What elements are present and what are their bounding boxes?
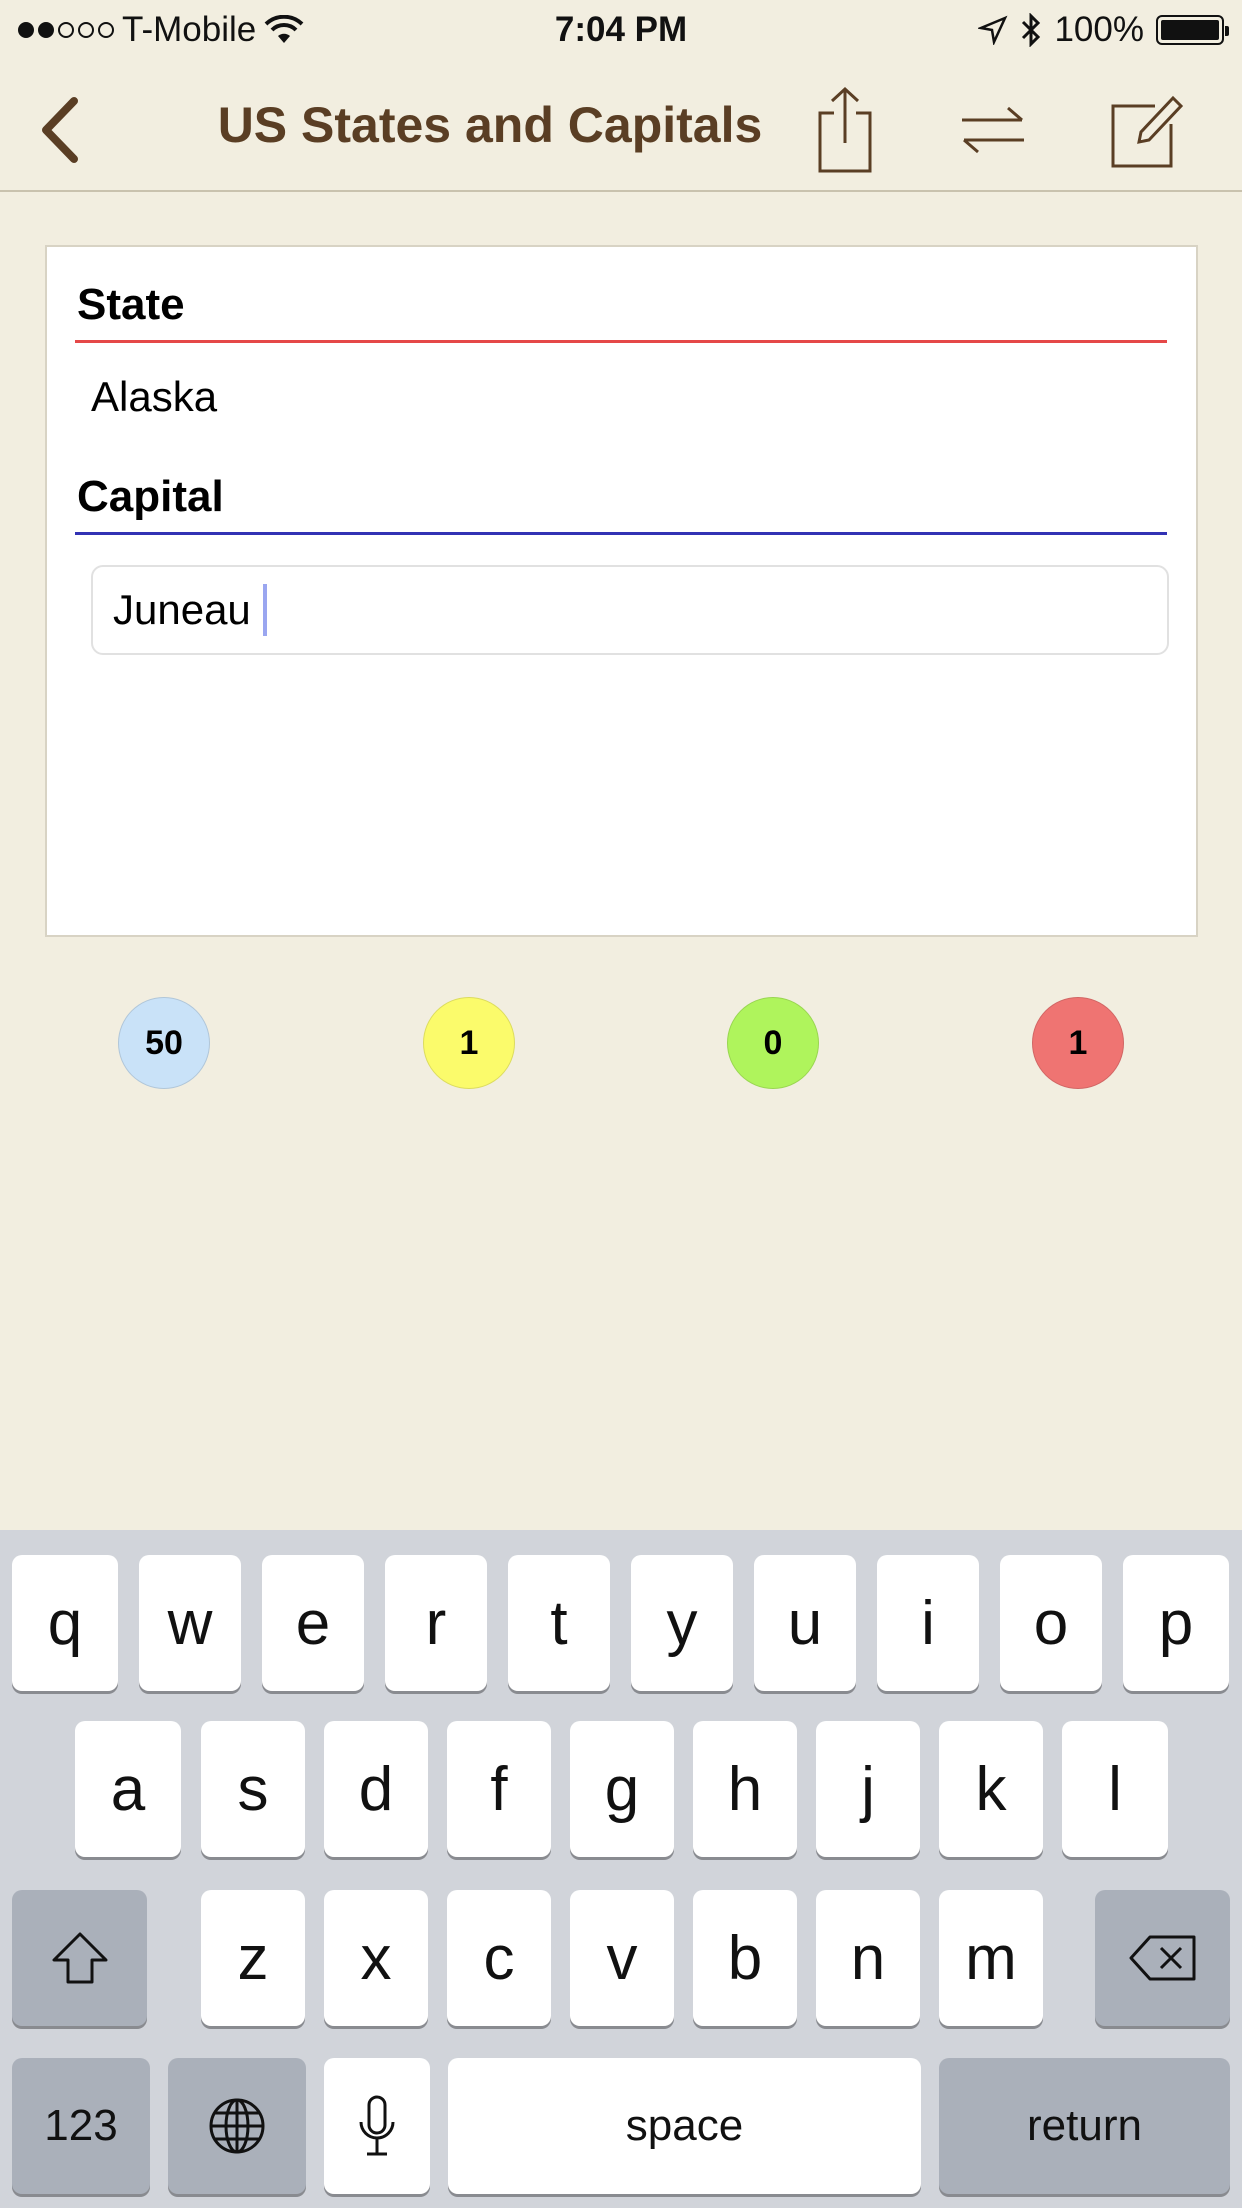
state-label: State (77, 280, 185, 329)
dictation-key[interactable] (324, 2058, 430, 2194)
counter-seen[interactable]: 1 (423, 997, 515, 1089)
shift-key[interactable] (12, 1890, 147, 2026)
key-k[interactable]: k (939, 1721, 1043, 1857)
edit-button[interactable] (1100, 80, 1190, 180)
key-h[interactable]: h (693, 1721, 797, 1857)
counter-total[interactable]: 50 (118, 997, 210, 1089)
key-s[interactable]: s (201, 1721, 305, 1857)
keyboard: q w e r t y u i o p a s d f g h j k l z … (0, 1530, 1242, 2208)
key-u[interactable]: u (754, 1555, 856, 1691)
status-bar: T-Mobile 7:04 PM 100% (0, 0, 1242, 60)
key-f[interactable]: f (447, 1721, 551, 1857)
status-right: 100% (978, 10, 1229, 50)
key-p[interactable]: p (1123, 1555, 1229, 1691)
flashcard: State Alaska Capital Juneau (45, 245, 1198, 937)
globe-icon (209, 2098, 265, 2154)
location-icon (978, 15, 1008, 45)
capital-input[interactable]: Juneau (91, 565, 1169, 655)
key-z[interactable]: z (201, 1890, 305, 2026)
key-m[interactable]: m (939, 1890, 1043, 2026)
numbers-key[interactable]: 123 (12, 2058, 150, 2194)
back-button[interactable] (16, 80, 106, 180)
state-divider (75, 340, 1167, 343)
navigation-bar: US States and Capitals (0, 60, 1242, 192)
capital-divider (75, 532, 1167, 535)
swap-icon (962, 106, 1024, 154)
key-t[interactable]: t (508, 1555, 610, 1691)
shift-icon (52, 1932, 107, 1984)
key-c[interactable]: c (447, 1890, 551, 2026)
counter-wrong[interactable]: 1 (1032, 997, 1124, 1089)
key-q[interactable]: q (12, 1555, 118, 1691)
globe-key[interactable] (168, 2058, 306, 2194)
key-e[interactable]: e (262, 1555, 364, 1691)
share-button[interactable] (800, 80, 890, 180)
key-g[interactable]: g (570, 1721, 674, 1857)
key-i[interactable]: i (877, 1555, 979, 1691)
battery-percent: 100% (1054, 10, 1144, 49)
key-y[interactable]: y (631, 1555, 733, 1691)
microphone-icon (359, 2095, 395, 2156)
key-r[interactable]: r (385, 1555, 487, 1691)
capital-label: Capital (77, 472, 224, 521)
capital-input-value: Juneau (113, 586, 251, 633)
key-v[interactable]: v (570, 1890, 674, 2026)
key-x[interactable]: x (324, 1890, 428, 2026)
key-b[interactable]: b (693, 1890, 797, 2026)
swap-button[interactable] (948, 80, 1038, 180)
key-a[interactable]: a (75, 1721, 181, 1857)
bluetooth-icon (1022, 13, 1041, 47)
backspace-icon (1129, 1935, 1195, 1981)
battery-icon (1156, 15, 1229, 45)
text-cursor (262, 584, 267, 636)
key-d[interactable]: d (324, 1721, 428, 1857)
counter-correct[interactable]: 0 (727, 997, 819, 1089)
back-chevron-icon (42, 97, 78, 163)
return-key[interactable]: return (939, 2058, 1230, 2194)
key-n[interactable]: n (816, 1890, 920, 2026)
edit-icon (1111, 95, 1184, 168)
page-title: US States and Capitals (217, 97, 763, 153)
key-l[interactable]: l (1062, 1721, 1168, 1857)
key-o[interactable]: o (1000, 1555, 1102, 1691)
space-key[interactable]: space (448, 2058, 921, 2194)
state-value: Alaska (91, 373, 218, 420)
key-j[interactable]: j (816, 1721, 920, 1857)
key-w[interactable]: w (139, 1555, 241, 1691)
share-icon (818, 86, 872, 173)
delete-key[interactable] (1095, 1890, 1230, 2026)
